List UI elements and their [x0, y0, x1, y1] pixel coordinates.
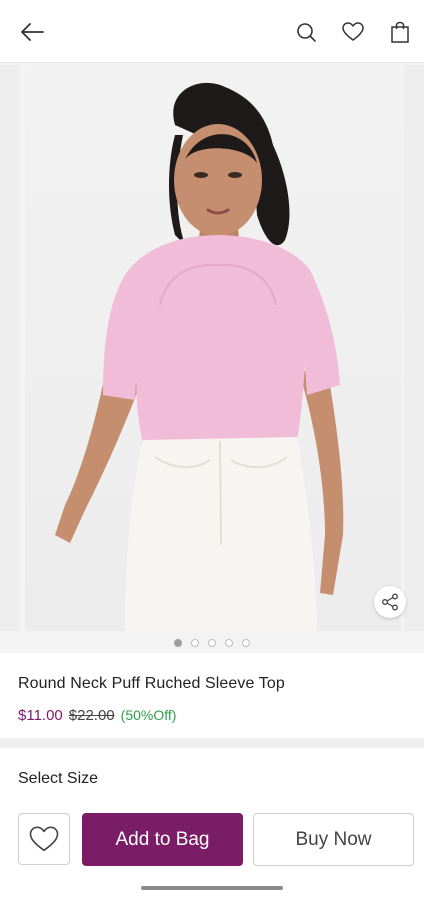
heart-icon: [342, 22, 364, 41]
next-image-peek: [404, 65, 424, 631]
previous-image-peek: [0, 65, 20, 631]
gallery-pagination: [0, 633, 424, 653]
product-image[interactable]: [25, 65, 401, 631]
home-indicator[interactable]: [141, 886, 283, 890]
add-to-bag-button[interactable]: Add to Bag: [82, 813, 243, 866]
model-illustration: [55, 82, 344, 631]
product-gallery[interactable]: [0, 63, 424, 653]
pagination-dot[interactable]: [208, 639, 216, 647]
discount-badge: (50%Off): [120, 707, 177, 723]
original-price: $22.00: [68, 707, 115, 724]
search-button[interactable]: [290, 16, 322, 48]
pagination-dot[interactable]: [242, 639, 250, 647]
wishlist-button[interactable]: [337, 16, 369, 48]
section-divider: [0, 738, 424, 748]
pagination-dot[interactable]: [174, 639, 182, 647]
pagination-dot[interactable]: [191, 639, 199, 647]
share-button[interactable]: [374, 586, 406, 618]
sale-price: $11.00: [18, 707, 63, 724]
share-icon: [382, 593, 398, 611]
product-info: Round Neck Puff Ruched Sleeve Top $11.00…: [0, 653, 424, 738]
shopping-bag-icon: [391, 21, 409, 43]
heart-icon: [29, 826, 59, 851]
app-header: [0, 0, 424, 63]
select-size-label[interactable]: Select Size: [18, 770, 98, 788]
price-row: $11.00 $22.00 (50%Off): [18, 707, 176, 724]
add-to-wishlist-button[interactable]: [18, 813, 70, 865]
back-button[interactable]: [16, 16, 48, 48]
buy-now-button[interactable]: Buy Now: [253, 813, 414, 866]
product-title: Round Neck Puff Ruched Sleeve Top: [18, 675, 285, 692]
bag-button[interactable]: [384, 16, 416, 48]
search-icon: [297, 23, 316, 42]
pagination-dot[interactable]: [225, 639, 233, 647]
arrow-left-icon: [21, 23, 44, 41]
